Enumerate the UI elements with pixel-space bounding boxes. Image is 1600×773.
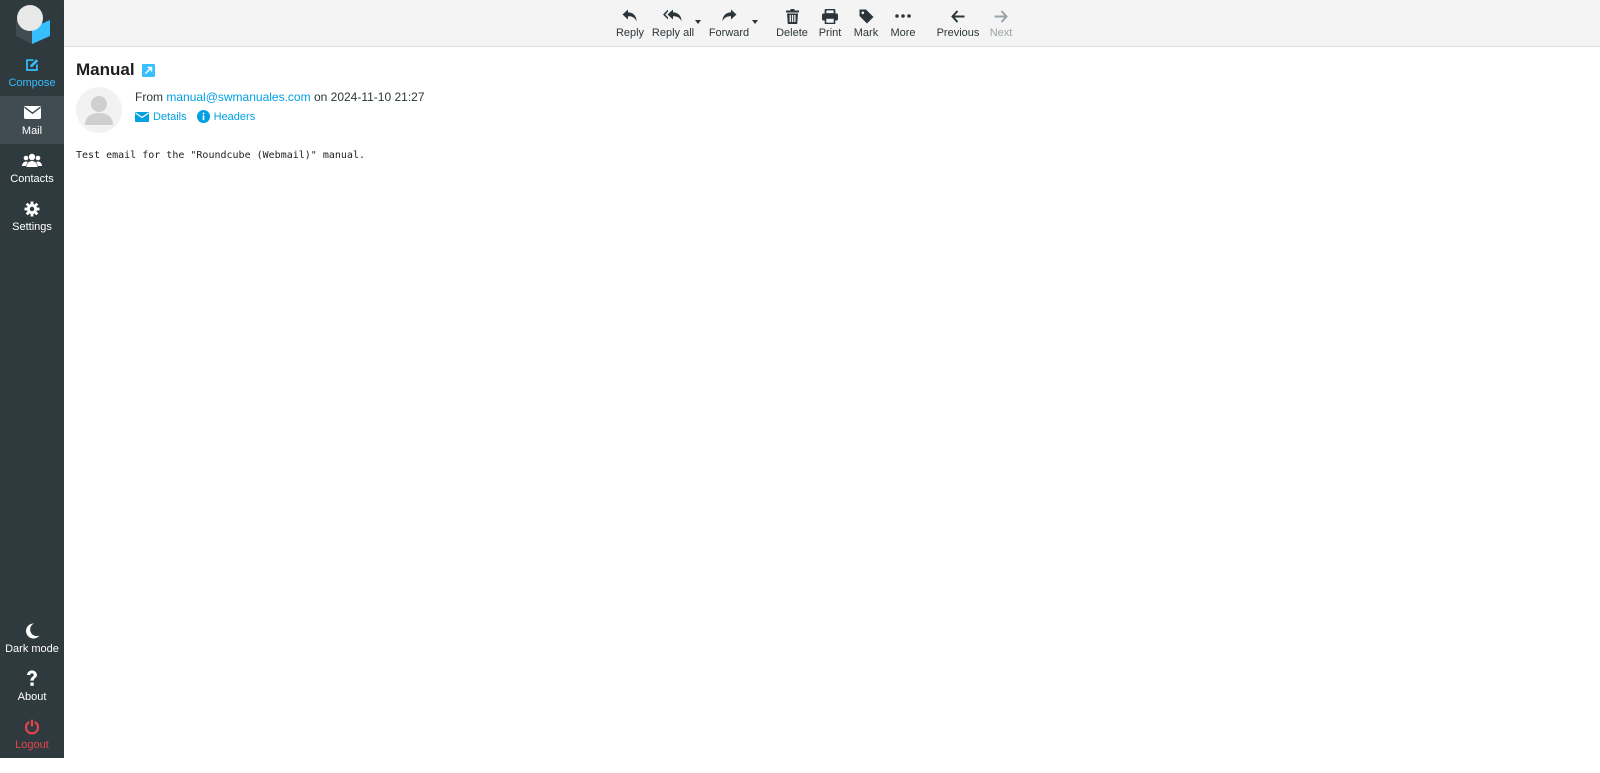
forward-icon: [721, 7, 737, 25]
from-label: From: [135, 90, 163, 104]
next-label: Next: [989, 27, 1013, 39]
print-icon: [822, 7, 838, 25]
delete-label: Delete: [776, 27, 808, 39]
reply-all-icon: [663, 7, 683, 25]
message-body: Test email for the "Roundcube (Webmail)"…: [76, 150, 365, 161]
more-button[interactable]: More: [886, 0, 920, 46]
sidebar-item-label: Compose: [8, 76, 56, 89]
sidebar-item-dark-mode[interactable]: Dark mode: [0, 614, 64, 662]
subject-title: Manual: [76, 60, 135, 79]
question-icon: [26, 670, 38, 688]
reply-all-dropdown[interactable]: [695, 20, 701, 24]
trash-icon: [785, 7, 799, 25]
details-link[interactable]: Details: [135, 111, 187, 123]
reply-label: Reply: [615, 27, 645, 39]
header-links: Details Headers: [135, 110, 265, 123]
delete-button[interactable]: Delete: [774, 0, 810, 46]
sidebar-item-label: Logout: [15, 738, 49, 751]
envelope-icon: [135, 111, 149, 122]
forward-label: Forward: [708, 27, 750, 39]
ellipsis-icon: [895, 7, 911, 25]
sidebar-item-label: Contacts: [10, 172, 54, 185]
message-from-line: From manual@swmanuales.com on 2024-11-10…: [135, 90, 425, 104]
users-icon: [22, 152, 42, 170]
moon-icon: [25, 622, 40, 640]
more-label: More: [890, 27, 916, 39]
reply-all-button[interactable]: Reply all: [651, 0, 695, 46]
previous-label: Previous: [936, 27, 980, 39]
details-label: Details: [153, 110, 187, 123]
print-label: Print: [818, 27, 842, 39]
sidebar-item-label: Dark mode: [5, 642, 59, 655]
message-date: 2024-11-10 21:27: [330, 90, 425, 104]
sidebar: Compose Mail Contacts Settings Dark mode…: [0, 0, 64, 758]
headers-link[interactable]: Headers: [196, 110, 256, 123]
print-button[interactable]: Print: [815, 0, 845, 46]
reply-all-label: Reply all: [651, 27, 695, 39]
sidebar-item-mail[interactable]: Mail: [0, 96, 64, 144]
previous-button[interactable]: Previous: [935, 0, 981, 46]
power-icon: [24, 718, 40, 736]
reply-button[interactable]: Reply: [615, 0, 645, 46]
forward-button[interactable]: Forward: [707, 0, 751, 46]
info-icon: [196, 110, 210, 123]
reply-icon: [622, 7, 638, 25]
compose-icon: [24, 56, 41, 74]
sidebar-item-label: Mail: [21, 124, 43, 137]
message-subject: Manual: [76, 60, 155, 80]
headers-label: Headers: [213, 110, 256, 123]
date-prefix: on: [313, 90, 328, 104]
next-button[interactable]: Next: [986, 0, 1016, 46]
mark-button[interactable]: Mark: [851, 0, 881, 46]
arrow-right-icon: [994, 7, 1008, 25]
webmail-app: Compose Mail Contacts Settings Dark mode…: [0, 0, 1600, 773]
message-toolbar: Reply Reply all Forward Delete Print Mar…: [64, 0, 1600, 47]
sidebar-item-compose[interactable]: Compose: [0, 48, 64, 96]
open-in-new-window-icon[interactable]: [141, 63, 155, 77]
sidebar-item-label: Settings: [12, 220, 52, 233]
sender-email-link[interactable]: manual@swmanuales.com: [166, 90, 310, 104]
mark-label: Mark: [853, 27, 879, 39]
message-view: Manual From manual@swmanuales.com on 202…: [64, 47, 1600, 758]
roundcube-logo[interactable]: [0, 0, 64, 48]
envelope-icon: [23, 104, 41, 122]
tag-icon: [859, 7, 874, 25]
sidebar-item-about[interactable]: About: [0, 662, 64, 710]
sidebar-item-contacts[interactable]: Contacts: [0, 144, 64, 192]
sidebar-item-settings[interactable]: Settings: [0, 192, 64, 240]
forward-dropdown[interactable]: [752, 20, 758, 24]
sidebar-item-logout[interactable]: Logout: [0, 710, 64, 758]
sender-avatar: [76, 87, 122, 133]
sidebar-item-label: About: [17, 690, 47, 703]
arrow-left-icon: [951, 7, 965, 25]
gear-icon: [24, 200, 40, 218]
